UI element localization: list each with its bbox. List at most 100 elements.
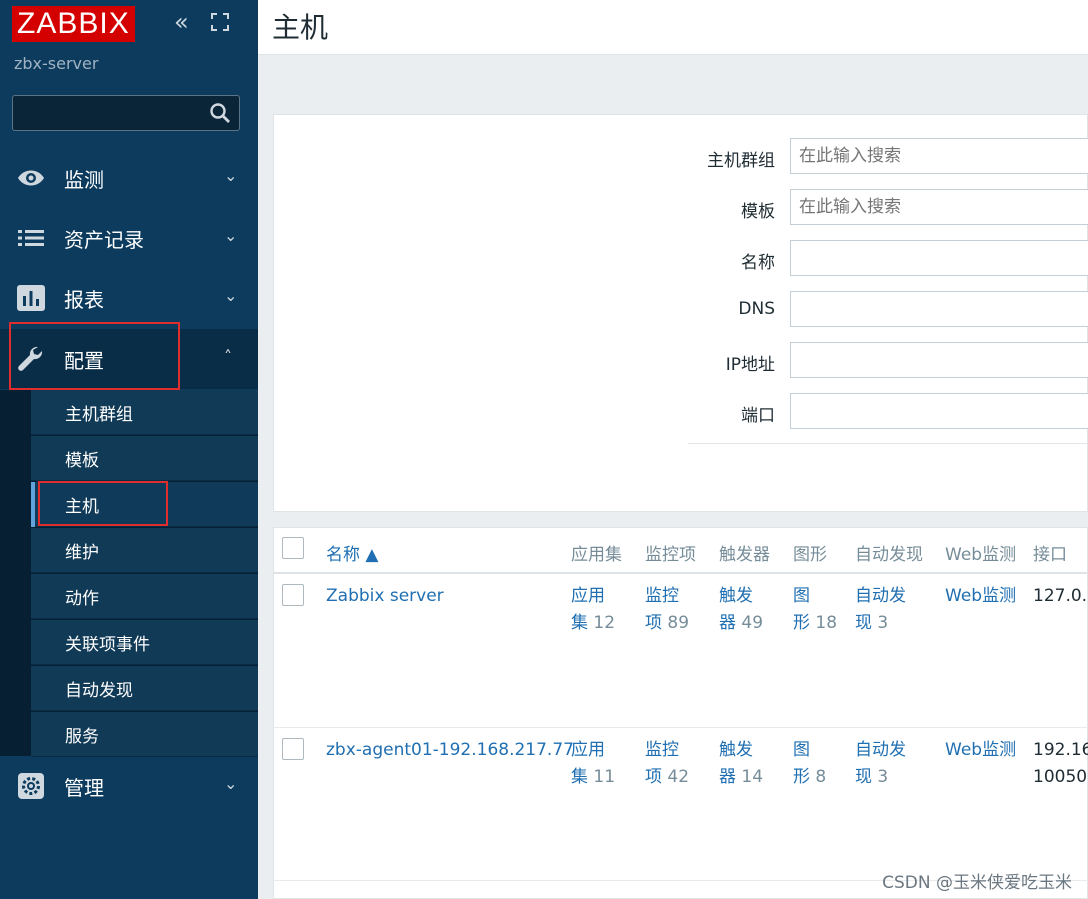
configuration-submenu: 主机群组 模板 主机 维护 动作 关联项事件 自动发现 服务	[0, 390, 258, 757]
submenu-actions[interactable]: 动作	[31, 574, 258, 619]
hosts-table: 名称 ▲ 应用集 监控项 触发器 图形 自动发现 Web监测 接口 Zabbix…	[273, 527, 1088, 899]
port-field[interactable]	[790, 393, 1088, 429]
web-link[interactable]: Web监测	[945, 737, 1016, 764]
nav-configuration-label: 配置	[64, 349, 104, 373]
count: 14	[741, 767, 764, 787]
nav-reports[interactable]: 报表 ⌄	[0, 268, 258, 328]
link-text: 触发	[719, 586, 753, 606]
interface-value: 127.0.0	[1033, 583, 1088, 610]
col-web: Web监测	[945, 545, 1017, 565]
divider	[688, 443, 1088, 444]
dns-label: DNS	[738, 299, 775, 319]
col-applications: 应用集	[571, 545, 622, 565]
search-icon[interactable]	[209, 102, 231, 124]
eye-icon	[18, 170, 44, 186]
items-link[interactable]: 监控项 89	[645, 583, 689, 637]
submenu-label: 自动发现	[65, 681, 133, 701]
name-label: 名称	[741, 253, 775, 273]
link-text: 应用	[571, 586, 605, 606]
chevron-up-icon: ˄	[224, 347, 232, 366]
link-text: 器	[719, 767, 736, 787]
collapse-sidebar-icon[interactable]: «	[174, 10, 189, 34]
search-input[interactable]	[12, 95, 240, 131]
link-text: 形	[793, 613, 810, 633]
nav-administration[interactable]: 管理 ⌄	[0, 756, 258, 816]
bar-chart-icon	[17, 285, 45, 311]
link-text: 监控	[645, 740, 679, 760]
filter-panel: 主机群组 模板 名称 DNS IP地址 端口	[273, 114, 1088, 512]
submenu-label: 动作	[65, 589, 99, 609]
link-text: 器	[719, 613, 736, 633]
items-link[interactable]: 监控项 42	[645, 737, 689, 791]
link-text: 项	[645, 613, 662, 633]
interface-ip: 192.16	[1033, 740, 1088, 760]
interface-value: 192.16 10050	[1033, 737, 1088, 791]
link-text: 自动发	[855, 740, 906, 760]
col-name-sort[interactable]: 名称 ▲	[326, 540, 378, 565]
row-checkbox[interactable]	[282, 738, 304, 760]
link-text: 集	[571, 767, 588, 787]
discovery-link[interactable]: 自动发现 3	[855, 583, 906, 637]
host-group-field[interactable]	[790, 138, 1088, 174]
dns-field[interactable]	[790, 291, 1088, 327]
ip-field[interactable]	[790, 342, 1088, 378]
graphs-link[interactable]: 图形 18	[793, 583, 837, 637]
count: 18	[815, 613, 838, 633]
nav-monitoring[interactable]: 监测 ⌄	[0, 148, 258, 208]
chevron-down-icon: ⌄	[224, 286, 238, 305]
chevron-down-icon: ⌄	[224, 226, 238, 245]
link-text: 图	[793, 586, 810, 606]
submenu-maintenance[interactable]: 维护	[31, 528, 258, 573]
nav-configuration[interactable]: 配置 ˄	[0, 329, 258, 389]
submenu-label: 服务	[65, 727, 99, 747]
nav-inventory[interactable]: 资产记录 ⌄	[0, 208, 258, 268]
kiosk-mode-icon[interactable]	[211, 13, 229, 31]
submenu-label: 关联项事件	[65, 635, 150, 655]
submenu-services[interactable]: 服务	[31, 712, 258, 757]
server-name: zbx-server	[14, 54, 99, 73]
submenu-hosts[interactable]: 主机	[31, 482, 258, 527]
nav-administration-label: 管理	[64, 776, 104, 800]
count: 3	[877, 767, 889, 787]
web-link[interactable]: Web监测	[945, 583, 1016, 610]
select-all-checkbox[interactable]	[282, 537, 304, 559]
gear-icon	[18, 773, 44, 799]
submenu-host-groups[interactable]: 主机群组	[31, 390, 258, 435]
submenu-event-correlation[interactable]: 关联项事件	[31, 620, 258, 665]
page-title: 主机	[272, 11, 329, 44]
zabbix-logo[interactable]: ZABBIX	[12, 6, 135, 42]
submenu-label: 主机群组	[65, 405, 133, 425]
submenu-label: 模板	[65, 451, 99, 471]
port-label: 端口	[741, 406, 775, 426]
triggers-link[interactable]: 触发器 49	[719, 583, 763, 637]
col-interface: 接口	[1033, 545, 1067, 565]
chevron-down-icon: ⌄	[224, 774, 238, 793]
nav-inventory-label: 资产记录	[64, 228, 144, 252]
sidebar: ZABBIX « zbx-server 监测 ⌄ 资产记录 ⌄ 报表 ⌄ 配置 …	[0, 0, 258, 899]
discovery-link[interactable]: 自动发现 3	[855, 737, 906, 791]
ip-label: IP地址	[725, 355, 775, 375]
wrench-icon	[18, 346, 43, 371]
triggers-link[interactable]: 触发器 14	[719, 737, 763, 791]
row-checkbox[interactable]	[282, 584, 304, 606]
count: 11	[593, 767, 616, 787]
chevron-down-icon: ⌄	[224, 166, 238, 185]
template-field[interactable]	[790, 189, 1088, 225]
count: 12	[593, 613, 616, 633]
submenu-label: 主机	[65, 497, 99, 517]
col-items: 监控项	[645, 545, 696, 565]
applications-link[interactable]: 应用集 12	[571, 583, 615, 637]
host-name-link[interactable]: Zabbix server	[326, 583, 444, 610]
host-name-link[interactable]: zbx-agent01-192.168.217.77	[326, 737, 574, 764]
count: 89	[667, 613, 690, 633]
name-field[interactable]	[790, 240, 1088, 276]
watermark: CSDN @玉米侠爱吃玉米	[882, 873, 1072, 893]
applications-link[interactable]: 应用集 11	[571, 737, 615, 791]
template-label: 模板	[741, 202, 775, 222]
divider	[274, 727, 1088, 728]
link-text: 自动发	[855, 586, 906, 606]
submenu-templates[interactable]: 模板	[31, 436, 258, 481]
submenu-discovery[interactable]: 自动发现	[31, 666, 258, 711]
graphs-link[interactable]: 图形 8	[793, 737, 826, 791]
interface-ip: 127.0.0	[1033, 586, 1088, 606]
